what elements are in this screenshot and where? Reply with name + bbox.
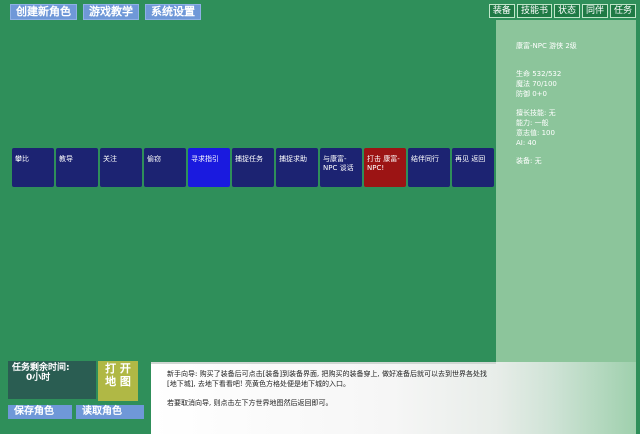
mp-stat: 魔法 70/100 [516, 80, 557, 88]
panel-tabs: 装备 技能书 状态 同伴 任务 [488, 4, 636, 18]
open-map-label-line1: 打 开 [105, 362, 131, 375]
action-teach-button[interactable]: 教导 [56, 148, 98, 187]
ability-stat: 能力: 一般 [516, 119, 549, 127]
load-character-button[interactable]: 读取角色 [76, 405, 144, 419]
hint-text-cancel: 若要取消向导, 则点击左下方世界地图然后返回即可。 [167, 399, 333, 407]
open-map-button[interactable]: 打 开 地 图 [98, 361, 138, 401]
equipment-stat: 装备: 无 [516, 157, 542, 165]
tab-equipment[interactable]: 装备 [488, 4, 515, 18]
action-steal-button[interactable]: 偷窃 [144, 148, 186, 187]
system-settings-button[interactable]: 系统设置 [145, 4, 201, 20]
character-name-line: 康富-NPC 游侠 2级 [516, 42, 577, 50]
action-seek-guidance-button[interactable]: 寻求指引 [188, 148, 230, 187]
action-goodbye-button[interactable]: 再见 返回 [452, 148, 494, 187]
action-talk-button[interactable]: 与康富-NPC 谈话 [320, 148, 362, 187]
action-compare-button[interactable]: 攀比 [12, 148, 54, 187]
defense-stat: 防御 0+0 [516, 90, 547, 98]
tutorial-button[interactable]: 游戏教学 [83, 4, 139, 20]
tab-skill-books[interactable]: 技能书 [516, 4, 552, 18]
action-catch-quest-button[interactable]: 捕捉任务 [232, 148, 274, 187]
tab-status[interactable]: 状态 [553, 4, 580, 18]
skill-stat: 擅长技能: 无 [516, 109, 556, 117]
task-time-box: 任务剩余时间: 0小时 [8, 361, 96, 399]
top-menu: 创建新角色 游戏教学 系统设置 [10, 4, 201, 20]
tutorial-hint-box: 新手向导: 购买了装备后可点击[装备]到装备界面, 把购买的装备穿上, 做好准备… [151, 362, 496, 434]
ai-stat: AI: 40 [516, 139, 537, 147]
action-follow-button[interactable]: 关注 [100, 148, 142, 187]
task-time-value: 0小时 [26, 373, 51, 383]
hp-stat: 生命 532/532 [516, 70, 562, 78]
action-catch-help-button[interactable]: 捕捉求助 [276, 148, 318, 187]
action-travel-together-button[interactable]: 结伴同行 [408, 148, 450, 187]
will-stat: 意志值: 100 [516, 129, 555, 137]
action-attack-button[interactable]: 打击 康富-NPC! [364, 148, 406, 187]
create-character-button[interactable]: 创建新角色 [10, 4, 77, 20]
tab-companions[interactable]: 同伴 [581, 4, 608, 18]
hint-text-main: 新手向导: 购买了装备后可点击[装备]到装备界面, 把购买的装备穿上, 做好准备… [167, 370, 487, 388]
tab-quests[interactable]: 任务 [609, 4, 636, 18]
open-map-label-line2: 地 图 [105, 375, 131, 388]
hint-fade-overlay [496, 362, 636, 434]
save-character-button[interactable]: 保存角色 [8, 405, 72, 419]
